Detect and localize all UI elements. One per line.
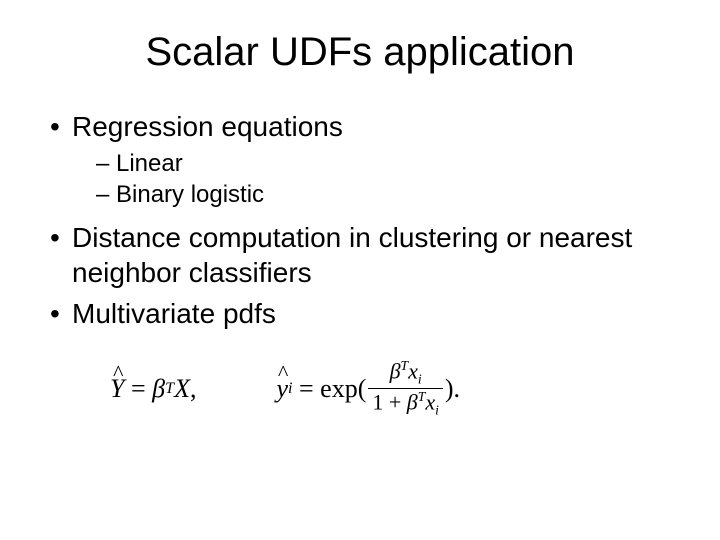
bullet-multivariate: Multivariate pdfs	[44, 296, 684, 331]
formula-row: Y = βTX, yi = exp( βTxi 1 + βTxi ).	[44, 359, 684, 418]
bullet-distance: Distance computation in clustering or ne…	[44, 220, 684, 290]
formula-logistic: yi = exp( βTxi 1 + βTxi ).	[276, 359, 460, 418]
bullet-regression: Regression equations Linear Binary logis…	[44, 109, 684, 210]
sub-bullet-text: Binary logistic	[116, 181, 264, 208]
slide: Scalar UDFs application Regression equat…	[0, 0, 720, 540]
slide-title: Scalar UDFs application	[36, 30, 684, 75]
sub-bullet-linear: Linear	[96, 148, 684, 179]
sub-bullet-list: Linear Binary logistic	[72, 148, 684, 210]
bullet-text: Regression equations	[72, 111, 343, 142]
bullet-list: Regression equations Linear Binary logis…	[44, 109, 684, 331]
formula-linear: Y = βTX,	[110, 374, 196, 404]
bullet-text: Multivariate pdfs	[72, 298, 276, 329]
slide-body: Regression equations Linear Binary logis…	[36, 109, 684, 418]
bullet-text: Distance computation in clustering or ne…	[72, 222, 632, 288]
sub-bullet-binary-logistic: Binary logistic	[96, 179, 684, 210]
sub-bullet-text: Linear	[116, 150, 183, 177]
